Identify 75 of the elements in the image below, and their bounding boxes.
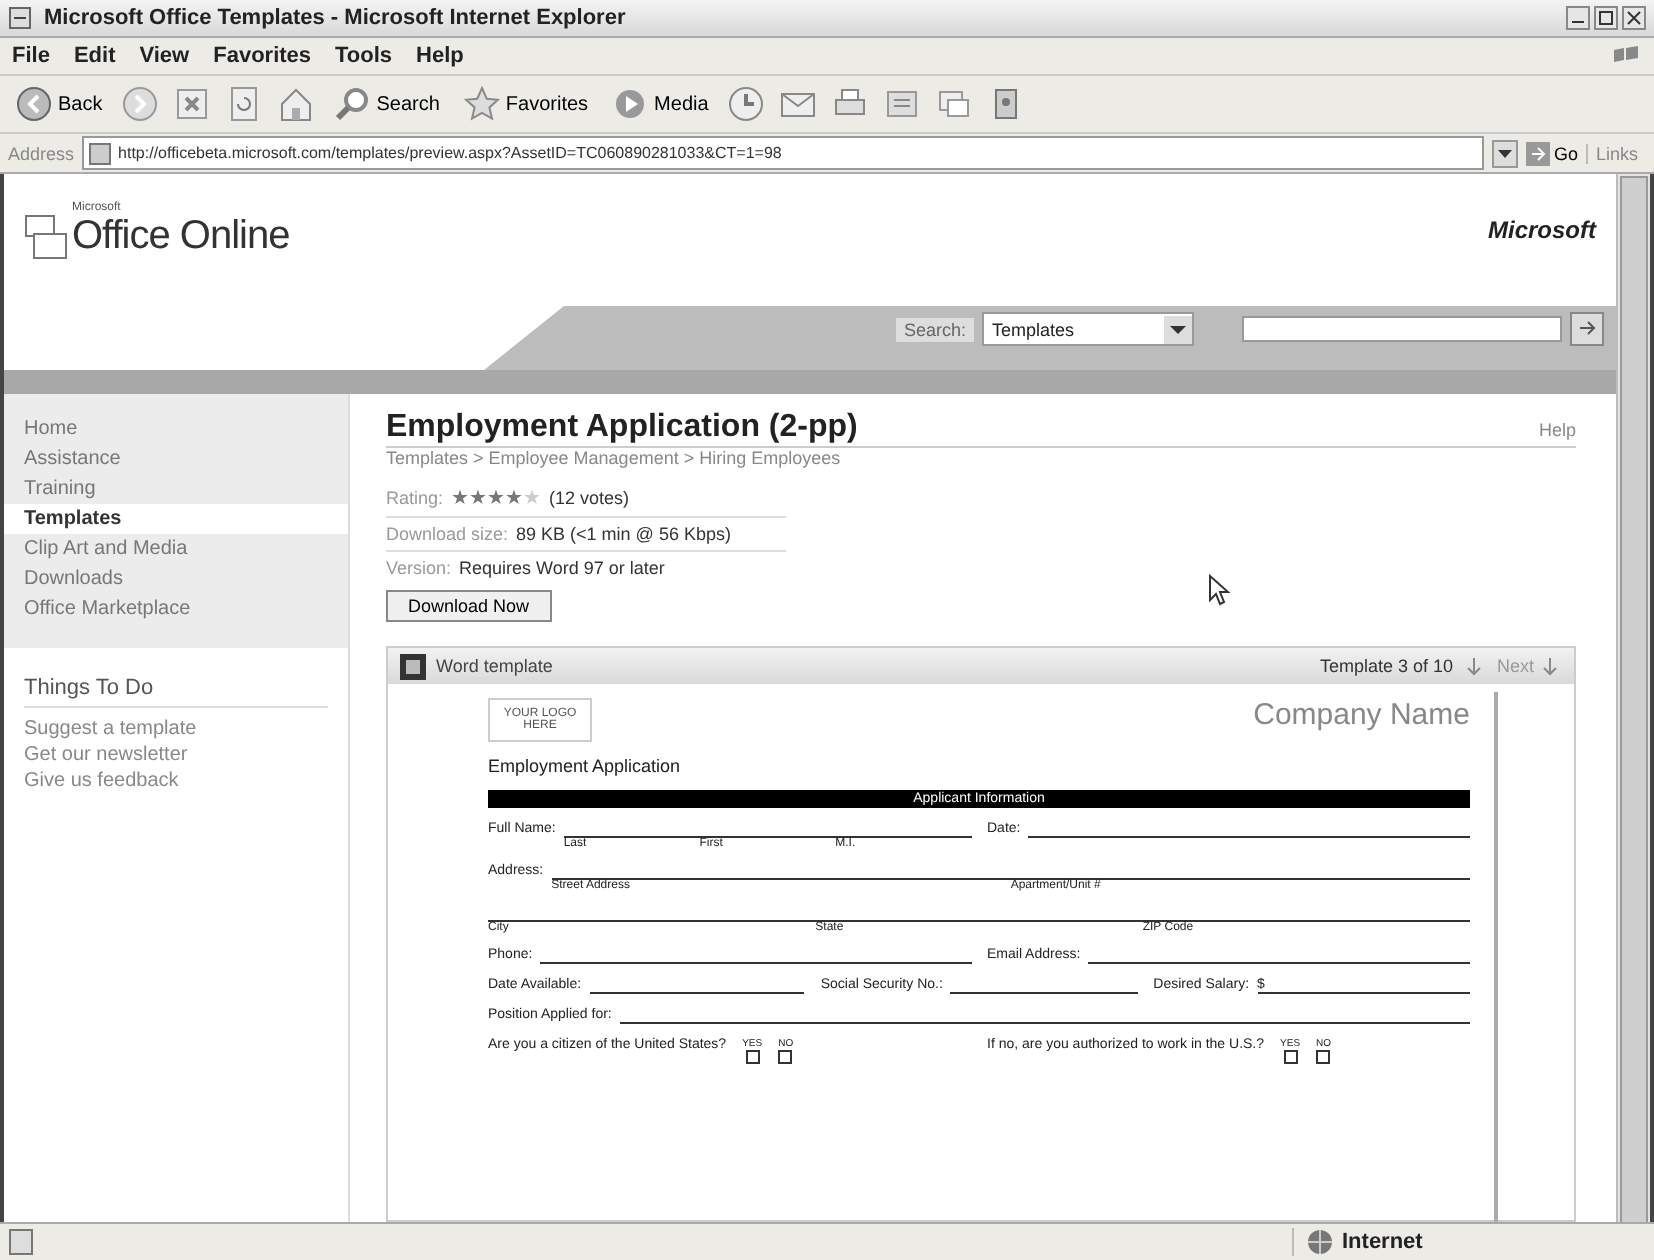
search-go-icon[interactable]: [1570, 312, 1604, 346]
address-field[interactable]: http://officebeta.microsoft.com/templates/preview.aspx?AssetID=TC060890281033&CT=1=98: [82, 136, 1484, 170]
sidebar-item[interactable]: Training: [4, 474, 348, 504]
next-arrow-icon: [1538, 654, 1562, 678]
search-field[interactable]: [1242, 316, 1562, 342]
form-heading: Employment Application: [488, 756, 683, 776]
brand-logo[interactable]: Microsoft: [1488, 216, 1596, 244]
maximize-icon[interactable]: [1594, 6, 1618, 30]
go-arrow-icon: [1525, 141, 1550, 165]
close-icon[interactable]: [1622, 6, 1646, 30]
checkbox[interactable]: [1316, 1050, 1331, 1064]
sidebar-item[interactable]: Templates: [4, 504, 348, 534]
breadcrumb[interactable]: Templates > Employee Management > Hiring Employees: [386, 448, 1576, 468]
sidebar-item[interactable]: Home: [4, 414, 348, 444]
star-rating[interactable]: ★★★★★: [451, 486, 542, 510]
media-button[interactable]: Media: [608, 86, 713, 122]
mouse-pointer-icon: [1208, 574, 1230, 606]
size-label: Download size:: [386, 524, 509, 544]
favorites-button[interactable]: Favorites: [459, 86, 593, 122]
help-link[interactable]: Help: [1538, 420, 1576, 440]
page-title: Employment Application (2-pp): [386, 410, 858, 446]
discuss-icon[interactable]: [936, 86, 973, 122]
home-icon[interactable]: [278, 86, 315, 122]
office-logo-icon: [24, 213, 68, 259]
sidebar-item[interactable]: Office Marketplace: [4, 594, 348, 624]
menu-item[interactable]: Help: [416, 44, 464, 68]
scope-dropdown[interactable]: Templates: [982, 312, 1194, 346]
template-type: Word template: [436, 656, 553, 676]
search-icon: [334, 86, 371, 122]
version-label: Version:: [386, 558, 452, 578]
ie-icon: [8, 6, 32, 30]
sidebar-link[interactable]: Suggest a template: [24, 716, 328, 742]
version-value: Requires Word 97 or later: [459, 558, 665, 578]
page-icon: [88, 141, 113, 165]
edit-icon[interactable]: [884, 86, 921, 122]
security-zone: Internet: [1292, 1228, 1606, 1256]
site-logo[interactable]: Office Online: [72, 213, 290, 259]
address-label: Address: [8, 143, 75, 163]
sidebar-item[interactable]: Downloads: [4, 564, 348, 594]
go-button[interactable]: Go: [1525, 141, 1578, 165]
menu-item[interactable]: Edit: [73, 44, 116, 68]
download-button[interactable]: Download Now: [386, 590, 552, 622]
checkbox[interactable]: [778, 1050, 793, 1064]
checkbox[interactable]: [1283, 1050, 1298, 1064]
sidebar-item[interactable]: Clip Art and Media: [4, 534, 348, 564]
window-title: Microsoft Office Templates - Microsoft Internet Explorer: [44, 6, 626, 30]
stop-icon[interactable]: [174, 86, 211, 122]
dropdown-icon[interactable]: [1491, 139, 1518, 167]
star-icon: [463, 86, 500, 122]
globe-icon: [1306, 1228, 1334, 1256]
vote-count: (12 votes): [549, 488, 630, 508]
size-value: 89 KB (<1 min @ 56 Kbps): [516, 524, 731, 544]
caret-icon: [1164, 315, 1192, 343]
menu-item[interactable]: File: [12, 44, 50, 68]
previous-arrow-icon[interactable]: [1462, 654, 1487, 678]
back-button[interactable]: Back: [12, 86, 107, 122]
menu-item[interactable]: Favorites: [213, 44, 312, 68]
search-button[interactable]: Search: [330, 86, 444, 122]
clock-icon[interactable]: [728, 86, 765, 122]
company-name: Company Name: [1253, 698, 1470, 732]
rating-label: Rating:: [386, 488, 444, 508]
menu-item[interactable]: Tools: [335, 44, 393, 68]
media-icon: [612, 86, 649, 122]
template-counter: Template 3 of 10: [1319, 656, 1453, 676]
minimize-icon[interactable]: [1566, 6, 1590, 30]
sidebar-item[interactable]: Assistance: [4, 444, 348, 474]
menu-item[interactable]: View: [139, 44, 190, 68]
sidebar-link[interactable]: Get our newsletter: [24, 742, 328, 768]
checkbox[interactable]: [745, 1050, 760, 1064]
page-status-icon: [8, 1228, 34, 1256]
sidebar-link[interactable]: Give us feedback: [24, 768, 328, 794]
refresh-icon[interactable]: [226, 86, 263, 122]
section-heading: Things To Do: [24, 676, 328, 708]
word-icon: [400, 653, 426, 679]
windows-logo-icon: [1610, 44, 1642, 68]
